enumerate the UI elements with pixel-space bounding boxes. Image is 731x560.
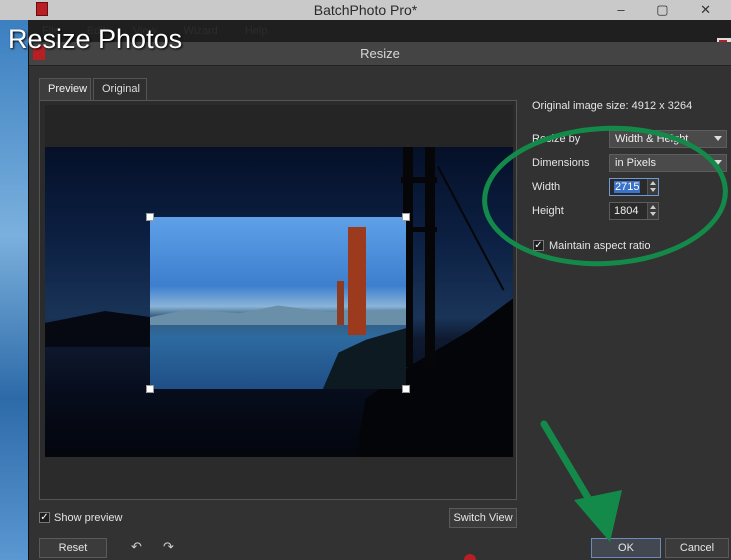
crop-bridge-tower-far [337,281,344,325]
crop-handle-top-right[interactable] [402,213,410,221]
crop-handle-bottom-right[interactable] [402,385,410,393]
app-titlebar: BatchPhoto Pro* – ▢ ✕ [0,0,731,20]
reset-button[interactable]: Reset [39,538,107,558]
tab-preview[interactable]: Preview [39,78,91,100]
original-size-info: Original image size: 4912 x 3264 [532,100,693,112]
undo-icon[interactable]: ↶ [131,539,142,555]
cancel-button[interactable]: Cancel [665,538,729,558]
preview-image [45,147,513,457]
annotation-arrow-icon [540,420,622,542]
window-controls[interactable]: – ▢ ✕ [617,2,725,18]
show-preview-checkbox[interactable]: ✓ [39,512,50,523]
crop-bridge-tower [348,227,366,335]
crop-handle-bottom-left[interactable] [146,385,154,393]
show-preview-label: Show preview [54,512,123,524]
crop-region[interactable] [150,217,406,389]
preview-canvas [45,105,513,457]
menu-wizard[interactable]: Wizard [184,25,218,37]
redo-icon[interactable]: ↷ [163,539,174,555]
recording-indicator [464,554,476,560]
switch-view-button[interactable]: Switch View [449,508,517,528]
menu-help[interactable]: Help [245,25,268,37]
tab-original[interactable]: Original [93,78,147,100]
crop-hills [150,305,406,325]
crop-handle-top-left[interactable] [146,213,154,221]
preview-panel [39,100,517,500]
crop-headland [322,327,406,389]
chevron-down-icon [714,136,722,141]
desktop-background [0,20,28,560]
video-overlay-title: Resize Photos [8,24,183,54]
